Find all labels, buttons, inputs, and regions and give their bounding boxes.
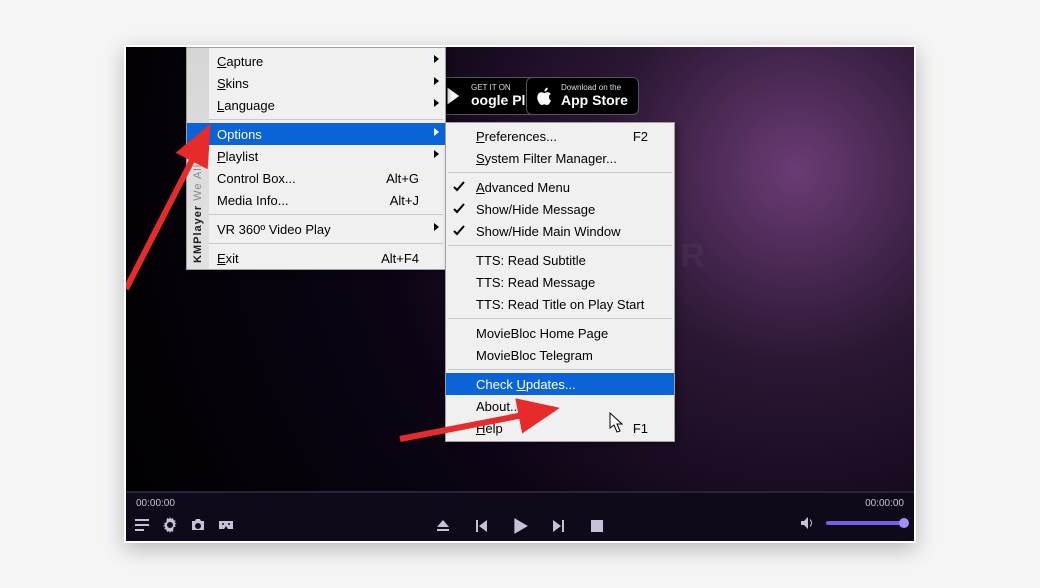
volume-slider[interactable] (826, 521, 904, 525)
progress-track[interactable] (126, 491, 914, 493)
menu-item-label: TTS: Read Message (476, 275, 595, 290)
options-menu-item-moviebloc-home-page[interactable]: MovieBloc Home Page (446, 322, 674, 344)
menu-item-shortcut: Alt+F4 (351, 251, 419, 266)
check-icon (452, 202, 466, 216)
prev-icon[interactable] (473, 518, 489, 534)
vr-icon[interactable] (218, 517, 234, 533)
menu-item-shortcut: Alt+G (356, 171, 419, 186)
check-icon (452, 180, 466, 194)
controls-right (800, 515, 904, 531)
submenu-arrow-icon (434, 55, 439, 63)
menu-item-shortcut: Alt+J (360, 193, 419, 208)
player-bar: 00:00:00 00:00:00 (126, 491, 914, 541)
playlist-icon[interactable] (134, 517, 150, 533)
time-total: 00:00:00 (865, 498, 904, 509)
main-menu-item-media-info[interactable]: Media Info... Alt+J (187, 189, 445, 211)
options-menu-item-advanced-menu[interactable]: Advanced Menu (446, 176, 674, 198)
menu-item-label: Skins (217, 76, 249, 91)
menu-item-label: Advanced Menu (476, 180, 570, 195)
menu-item-label: Language (217, 98, 275, 113)
menu-item-label: Help (476, 421, 503, 436)
controls-center (435, 517, 605, 535)
menu-item-label: Show/Hide Message (476, 202, 595, 217)
menu-item-shortcut: F1 (603, 421, 648, 436)
menu-item-label: Capture (217, 54, 263, 69)
menu-item-label: Show/Hide Main Window (476, 224, 621, 239)
options-menu-item-check-updates[interactable]: Check Updates... (446, 373, 674, 395)
main-menu-item-language[interactable]: Language (187, 94, 445, 116)
next-icon[interactable] (551, 518, 567, 534)
options-menu-item-tts-read-subtitle[interactable]: TTS: Read Subtitle (446, 249, 674, 271)
menu-item-label: Playlist (217, 149, 258, 164)
apple-icon (535, 86, 555, 106)
menu-item-label: Check Updates... (476, 377, 576, 392)
menu-item-label: Preferences... (476, 129, 557, 144)
options-menu-item-moviebloc-telegram[interactable]: MovieBloc Telegram (446, 344, 674, 366)
submenu-arrow-icon (434, 99, 439, 107)
menu-item-label: Options (217, 127, 262, 142)
menu-item-label: TTS: Read Title on Play Start (476, 297, 644, 312)
main-menu-item-exit[interactable]: Exit Alt+F4 (187, 247, 445, 269)
submenu-arrow-icon (434, 150, 439, 158)
menu-item-label: Media Info... (217, 193, 289, 208)
time-current: 00:00:00 (136, 498, 175, 509)
astore-line1: Download on the (561, 84, 628, 93)
main-menu-item-capture[interactable]: Capture (187, 50, 445, 72)
context-menu-options[interactable]: Preferences... F2 System Filter Manager...… (445, 122, 675, 442)
app-store-badge[interactable]: Download on the App Store (526, 77, 639, 115)
google-play-icon (445, 86, 465, 106)
snapshot-icon[interactable] (190, 517, 206, 533)
check-icon (452, 224, 466, 238)
options-menu-item-preferences[interactable]: Preferences... F2 (446, 125, 674, 147)
menu-item-label: Exit (217, 251, 239, 266)
menu-item-label: About... (476, 399, 521, 414)
options-menu-item-show-hide-main-window[interactable]: Show/Hide Main Window (446, 220, 674, 242)
main-menu-item-vr-360-video-play[interactable]: VR 360º Video Play (187, 218, 445, 240)
main-menu-item-options[interactable]: Options (187, 123, 445, 145)
main-menu-item-control-box[interactable]: Control Box... Alt+G (187, 167, 445, 189)
options-menu-item-tts-read-title-on-play-start[interactable]: TTS: Read Title on Play Start (446, 293, 674, 315)
options-menu-item-show-hide-message[interactable]: Show/Hide Message (446, 198, 674, 220)
settings-icon[interactable] (162, 517, 178, 533)
menu-item-label: TTS: Read Subtitle (476, 253, 586, 268)
main-menu-item-skins[interactable]: Skins (187, 72, 445, 94)
context-menu-main[interactable]: KMPlayer We All Enjoy! CaptureSkinsLangu… (186, 47, 446, 270)
submenu-arrow-icon (434, 128, 439, 136)
controls-left (134, 517, 234, 533)
eject-icon[interactable] (435, 518, 451, 534)
menu-item-label: VR 360º Video Play (217, 222, 331, 237)
menu-item-label: Control Box... (217, 171, 296, 186)
main-menu-item-playlist[interactable]: Playlist (187, 145, 445, 167)
stop-icon[interactable] (589, 518, 605, 534)
options-menu-item-system-filter-manager[interactable]: System Filter Manager... (446, 147, 674, 169)
menu-item-label: System Filter Manager... (476, 151, 617, 166)
menu-item-shortcut: F2 (603, 129, 648, 144)
submenu-arrow-icon (434, 77, 439, 85)
submenu-arrow-icon (434, 223, 439, 231)
player-window: QUICKFEVER QUICKFEVER GET IT ON oogle Pl… (124, 45, 916, 543)
menu-item-label: MovieBloc Home Page (476, 326, 608, 341)
options-menu-item-tts-read-message[interactable]: TTS: Read Message (446, 271, 674, 293)
options-menu-item-help[interactable]: Help F1 (446, 417, 674, 439)
astore-line2: App Store (561, 93, 628, 108)
menu-item-label: MovieBloc Telegram (476, 348, 593, 363)
volume-icon[interactable] (800, 515, 816, 531)
options-menu-item-about[interactable]: About... (446, 395, 674, 417)
play-icon[interactable] (511, 517, 529, 535)
